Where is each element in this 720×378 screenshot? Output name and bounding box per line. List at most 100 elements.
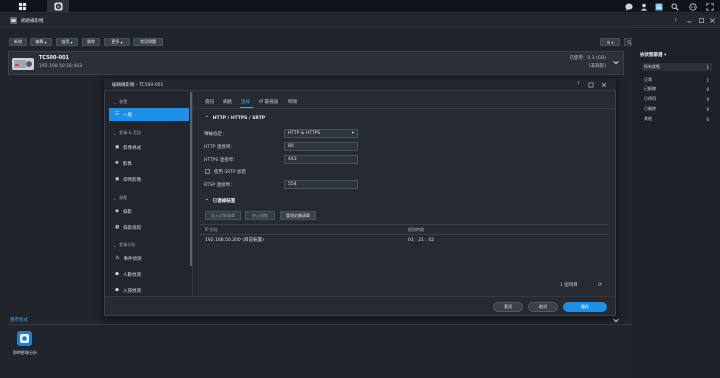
section-http-header[interactable]: ⌃ HTTP / HTTPS / SRTP	[205, 116, 265, 121]
camera-app-icon	[53, 2, 63, 11]
dialog-titlebar	[104, 79, 616, 91]
filter-title: 依狀態篩選 ▾	[640, 53, 667, 58]
dialog-maximize-icon[interactable]	[588, 82, 594, 88]
sidebar-item-live-view[interactable]: ▣ 即時影像	[109, 173, 189, 186]
chevron-down-icon[interactable]	[612, 316, 620, 324]
tab-network[interactable]: 網路	[223, 97, 232, 107]
camera-address: 192.168.50.16:443	[39, 64, 83, 69]
sidebar-item-general[interactable]: ☰ 一般	[109, 108, 189, 121]
dialog-close-icon[interactable]	[601, 82, 607, 88]
sidebar-item-image[interactable]: ✺ 影像	[109, 157, 189, 170]
terminate-connection-button[interactable]: 終止連線	[245, 211, 275, 220]
delete-button[interactable]: 刪除	[82, 38, 100, 46]
srtp-checkbox[interactable]	[205, 169, 210, 174]
tab-time[interactable]: 時間	[288, 97, 297, 107]
protocol-select[interactable]: HTTP & HTTPS ▾	[284, 129, 358, 138]
app-title: 網路攝影機	[21, 19, 44, 24]
edit-button[interactable]: 編輯 ▾	[30, 38, 52, 46]
close-icon[interactable]	[709, 17, 716, 24]
tab-info[interactable]: 資訊	[205, 97, 214, 107]
refresh-icon[interactable]: ⟳	[598, 282, 602, 288]
list-icon: ☰	[115, 112, 120, 117]
manage-blocklist-button[interactable]: 管理封鎖清單	[280, 211, 316, 220]
filter-item-normal[interactable]: 正常 1	[642, 76, 712, 84]
col-header-elapsed[interactable]: 經過時間	[408, 226, 424, 234]
enable-button[interactable]: 啟用 ▾	[56, 38, 78, 46]
sidebar-item-recording[interactable]: ◉ 錄影	[109, 205, 189, 218]
section-connected-header[interactable]: ⌃ 已連線裝置	[205, 198, 235, 205]
rtsp-port-input[interactable]: 554	[284, 180, 358, 189]
filter-item-other[interactable]: 其他 0	[642, 115, 712, 123]
filter-item-disabled[interactable]: 已停用 0	[642, 95, 712, 103]
fullscreen-icon[interactable]	[705, 2, 714, 11]
sidebar-category-recording: ⌄ 錄影	[113, 195, 128, 201]
os-taskbar	[0, 0, 720, 13]
rtsp-port-label: RTSP 連接埠：	[204, 182, 235, 188]
tab-ip-filter[interactable]: IP 篩選器	[259, 97, 278, 107]
save-button[interactable]: 儲存	[563, 302, 607, 312]
motion-icon: ⁂	[115, 256, 120, 261]
dialog-sidebar	[105, 91, 193, 297]
search-icon[interactable]	[670, 2, 679, 11]
table-cell-elapsed[interactable]: 01 : 21 : 42	[408, 236, 434, 244]
taskbar-app-surveillance[interactable]	[47, 0, 69, 13]
camera-list-item[interactable]	[8, 51, 624, 75]
filter-item-all[interactable]: 所有狀態 1	[642, 63, 712, 71]
item-count: 1 個項目	[560, 283, 578, 288]
dialog-help-icon[interactable]: ?	[577, 81, 580, 87]
table-cell-ip[interactable]: 192.168.50.200 (目前裝置)	[205, 236, 264, 244]
options-icon[interactable]	[688, 2, 697, 11]
col-header-ip[interactable]: IP 位址	[205, 226, 218, 234]
tabs-divider	[198, 108, 614, 109]
divider	[8, 324, 632, 325]
widgets-icon[interactable]	[654, 2, 663, 11]
chevron-down-icon: ⌄	[113, 195, 117, 201]
sidebar-category-video-audio: ⌄ 影像 & 音訊	[113, 130, 142, 136]
tab-connection[interactable]: 連線	[241, 97, 250, 107]
table-top-border	[200, 224, 608, 225]
user-icon[interactable]	[639, 2, 648, 11]
apply-button[interactable]: 套用	[493, 302, 523, 312]
sidebar-item-recording-schedule[interactable]: ▦ 錄影排程	[109, 221, 189, 234]
cancel-button[interactable]: 取消	[528, 302, 558, 312]
grid-icon	[18, 2, 26, 11]
people-icon: ☗	[115, 272, 120, 277]
srtp-label: 使用 SRTP 加密	[214, 169, 246, 175]
filter-item-disconnected[interactable]: 已斷線 0	[642, 85, 712, 93]
chevron-down-icon: ⌄	[113, 99, 117, 105]
collapse-icon: ⌃	[205, 116, 209, 121]
add-to-blocklist-button[interactable]: 加入封鎖清單	[205, 211, 241, 220]
chevron-down-icon: ⌄	[113, 242, 117, 248]
help-icon[interactable]: ?	[672, 17, 679, 24]
apps-section-title: 應用程式	[10, 318, 28, 323]
analytics-app-label[interactable]: 即時影像分析	[6, 350, 44, 356]
camera-mode: [非錄影]	[588, 64, 606, 69]
dialog-title: 編輯攝影機 - TC500-001	[112, 83, 164, 88]
sidebar-item-people-counting[interactable]: ☗ 人數偵測	[109, 268, 189, 281]
chat-icon[interactable]	[624, 2, 633, 11]
sidebar-category-device: ⌄ 裝置	[113, 99, 128, 105]
collapse-icon: ⌃	[205, 198, 209, 204]
filter-item-deleted[interactable]: 已刪除 0	[642, 105, 712, 113]
live-view-icon: ▣	[115, 177, 120, 182]
main-menu-button[interactable]	[11, 0, 33, 13]
http-port-input[interactable]: 80	[284, 142, 358, 151]
sidebar-item-video-format[interactable]: ▣ 影像格式	[109, 141, 189, 154]
add-button[interactable]: 新增	[9, 38, 27, 46]
protocol-label: 傳輸協定：	[204, 131, 227, 137]
faq-button[interactable]: 常見問題	[133, 38, 163, 46]
chevron-down-icon[interactable]	[612, 58, 620, 66]
video-format-icon: ▣	[115, 145, 120, 150]
http-port-label: HTTP 連接埠：	[204, 144, 235, 150]
maximize-icon[interactable]	[698, 17, 705, 24]
https-port-input[interactable]: 443	[284, 155, 358, 164]
brightness-icon: ✺	[115, 161, 119, 166]
view-toggle-button[interactable]: ☰ ▾	[600, 38, 620, 46]
more-button[interactable]: 更多 ▾	[104, 38, 130, 46]
analytics-app-icon[interactable]	[17, 331, 32, 346]
dropdown-arrow-icon: ▾	[351, 131, 354, 136]
sidebar-scrollbar[interactable]	[190, 92, 192, 266]
minimize-icon[interactable]	[686, 17, 693, 24]
camera-name: TC500-001	[39, 55, 70, 61]
sidebar-item-event-detection[interactable]: ⁂ 事件偵測	[109, 252, 189, 265]
